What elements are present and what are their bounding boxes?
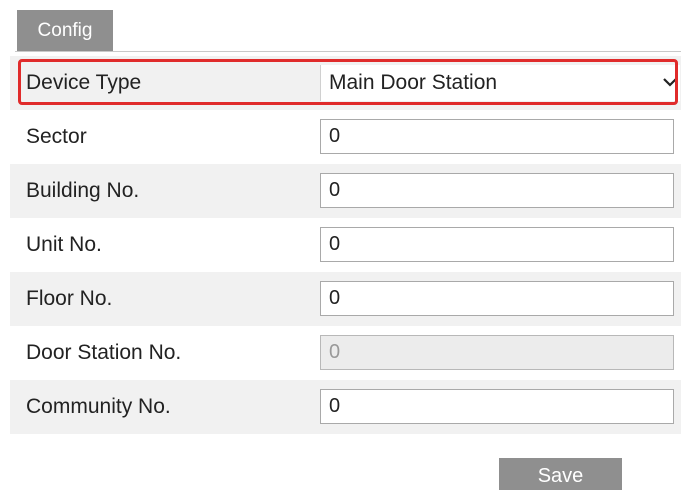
door-station-label: Door Station No. <box>26 341 182 364</box>
device-type-row: Device Type Main Door Station <box>10 56 681 110</box>
unit-input[interactable]: 0 <box>320 227 674 262</box>
sector-row: Sector 0 <box>10 110 681 164</box>
device-type-value: Main Door Station <box>329 71 498 94</box>
device-type-select[interactable]: Main Door Station <box>320 65 680 101</box>
tab-bar: Config <box>15 10 681 52</box>
unit-label: Unit No. <box>26 233 102 256</box>
door-station-row: Door Station No. 0 <box>10 326 681 380</box>
building-label: Building No. <box>26 179 140 202</box>
sector-label: Sector <box>26 125 87 148</box>
floor-label: Floor No. <box>26 287 113 310</box>
door-station-input: 0 <box>320 335 674 370</box>
building-input[interactable]: 0 <box>320 173 674 208</box>
floor-row: Floor No. 0 <box>10 272 681 326</box>
config-form: Device Type Main Door Station Sector 0 B… <box>10 56 681 434</box>
unit-row: Unit No. 0 <box>10 218 681 272</box>
community-row: Community No. 0 <box>10 380 681 434</box>
device-type-label: Device Type <box>26 71 142 94</box>
building-row: Building No. 0 <box>10 164 681 218</box>
community-label: Community No. <box>26 395 171 418</box>
tab-config[interactable]: Config <box>17 10 113 51</box>
floor-input[interactable]: 0 <box>320 281 674 316</box>
save-button[interactable]: Save <box>499 458 622 490</box>
chevron-down-icon <box>663 78 677 87</box>
community-input[interactable]: 0 <box>320 389 674 424</box>
sector-input[interactable]: 0 <box>320 119 674 154</box>
